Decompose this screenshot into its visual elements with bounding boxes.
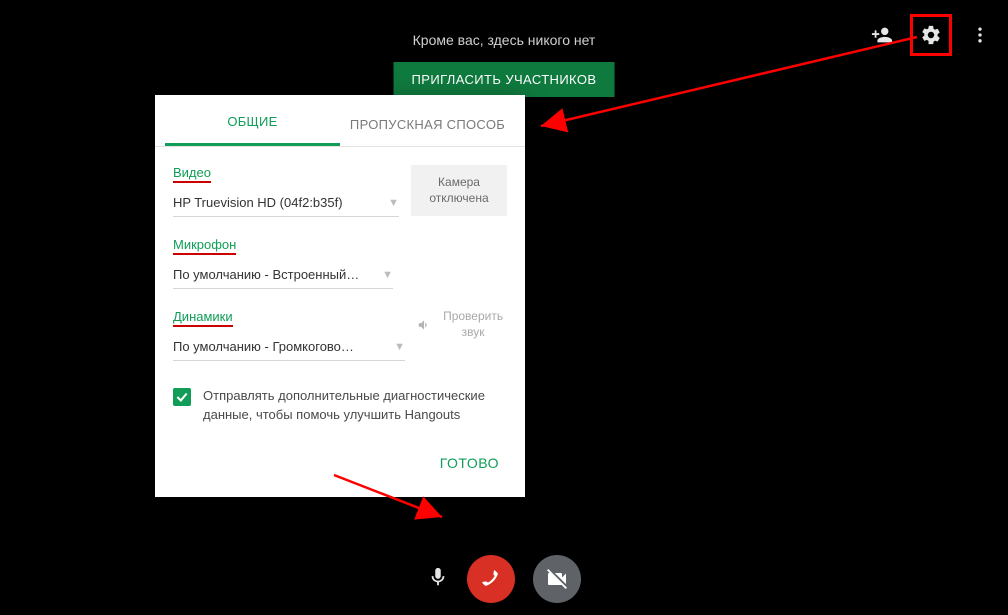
checkbox-checked-icon (173, 388, 191, 406)
volume-icon (417, 316, 431, 334)
settings-body: Видео HP Truevision HD (04f2:b35f) ▼ Кам… (155, 147, 525, 435)
microphone-toggle-button[interactable] (427, 566, 449, 593)
microphone-icon (427, 566, 449, 588)
settings-gear-icon[interactable] (910, 14, 952, 56)
chevron-down-icon: ▼ (382, 269, 393, 281)
hangup-icon (478, 566, 504, 592)
test-sound-button[interactable]: Проверить звук (417, 309, 507, 340)
speakers-device-select[interactable]: По умолчанию - Громкогово… ▼ (173, 333, 405, 361)
empty-state-text: Кроме вас, здесь никого нет (0, 32, 1008, 48)
camera-toggle-button[interactable] (533, 555, 581, 603)
test-sound-label: Проверить звук (439, 309, 507, 340)
microphone-device-select[interactable]: По умолчанию - Встроенный… ▼ (173, 261, 393, 289)
video-device-value: HP Truevision HD (04f2:b35f) (173, 195, 382, 210)
video-section-label: Видео (173, 165, 211, 183)
done-button[interactable]: ГОТОВО (432, 449, 507, 477)
invite-participants-button[interactable]: ПРИГЛАСИТЬ УЧАСТНИКОВ (394, 62, 615, 97)
diagnostics-checkbox-row[interactable]: Отправлять дополнительные диагностически… (173, 387, 507, 425)
settings-dialog: ОБЩИЕ ПРОПУСКНАЯ СПОСОБ Видео HP Truevis… (155, 95, 525, 497)
settings-tabs: ОБЩИЕ ПРОПУСКНАЯ СПОСОБ (155, 95, 525, 147)
diagnostics-checkbox-label: Отправлять дополнительные диагностически… (203, 387, 507, 425)
call-controls (0, 543, 1008, 615)
speakers-device-value: По умолчанию - Громкогово… (173, 339, 388, 354)
dialog-actions: ГОТОВО (155, 435, 525, 497)
microphone-section-label: Микрофон (173, 237, 236, 255)
tab-bandwidth[interactable]: ПРОПУСКНАЯ СПОСОБ (340, 101, 515, 146)
tab-general[interactable]: ОБЩИЕ (165, 98, 340, 146)
chevron-down-icon: ▼ (394, 341, 405, 353)
add-person-icon[interactable] (868, 21, 896, 49)
more-menu-icon[interactable] (966, 21, 994, 49)
camera-off-icon (545, 567, 569, 591)
microphone-device-value: По умолчанию - Встроенный… (173, 267, 376, 282)
chevron-down-icon: ▼ (388, 197, 399, 209)
speakers-section-label: Динамики (173, 309, 233, 327)
camera-off-chip: Камера отключена (411, 165, 507, 216)
hangup-button[interactable] (467, 555, 515, 603)
top-right-toolbar (868, 14, 994, 56)
video-device-select[interactable]: HP Truevision HD (04f2:b35f) ▼ (173, 189, 399, 217)
